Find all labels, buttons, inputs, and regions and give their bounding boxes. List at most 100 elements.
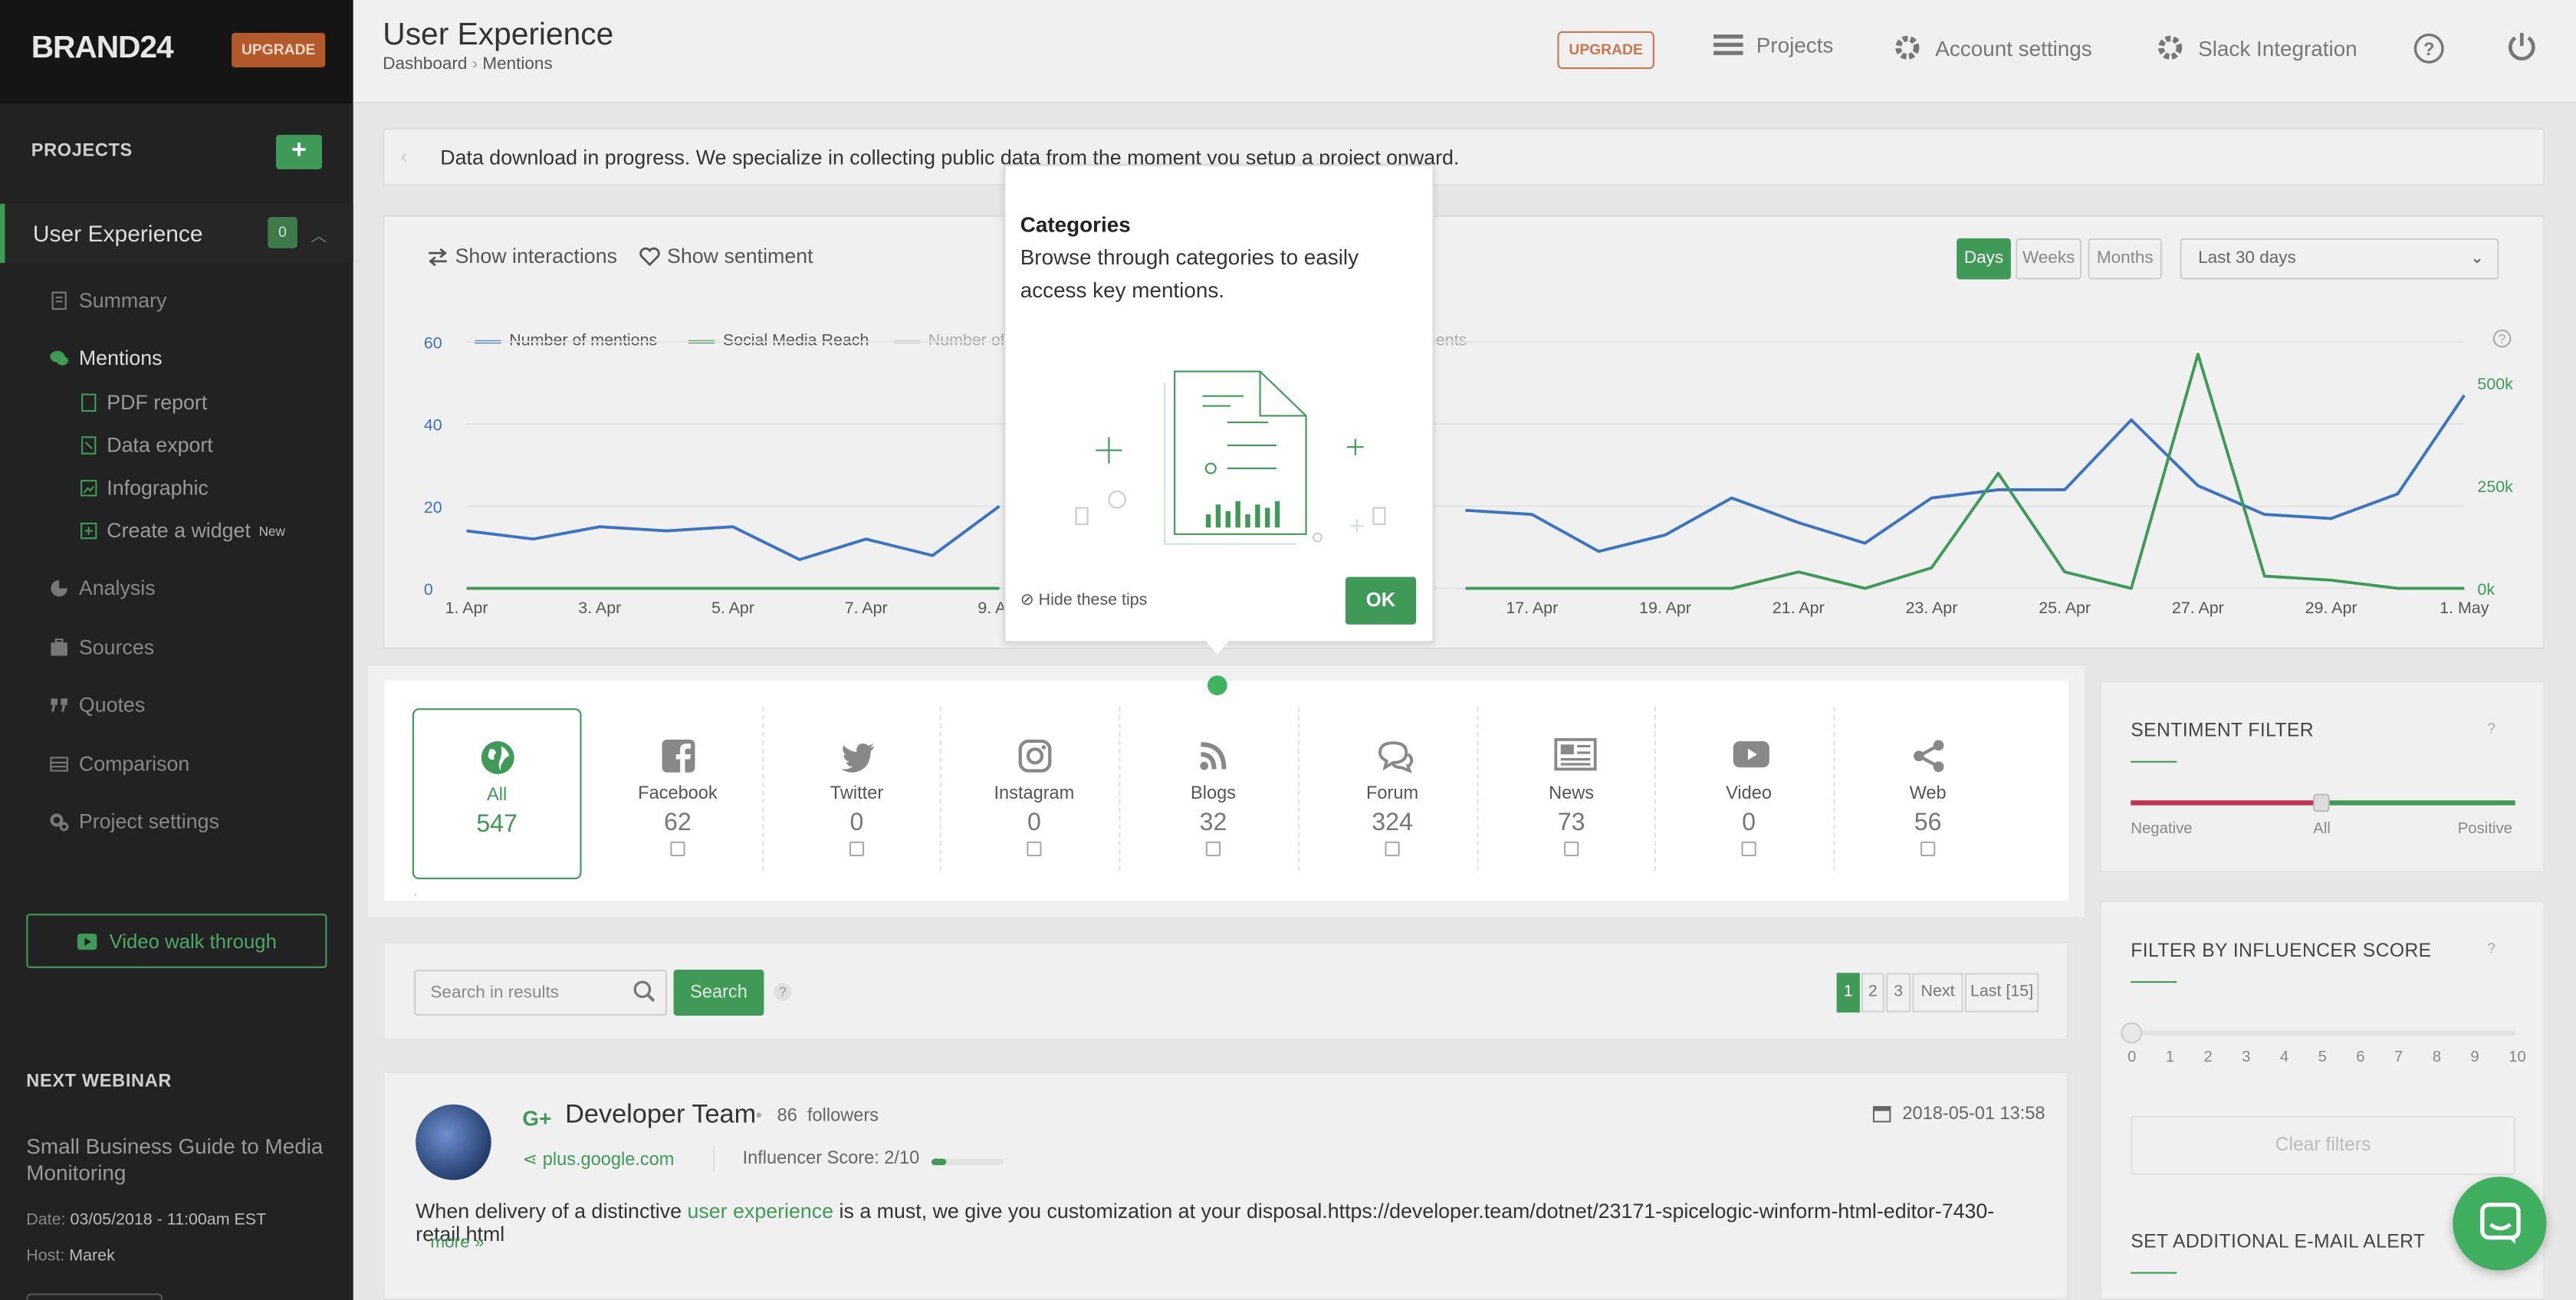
chat-icon (2480, 1202, 2521, 1245)
chat-widget-button[interactable] (2453, 1177, 2547, 1271)
sentiment-help-icon[interactable]: ? (2487, 720, 2496, 736)
influencer-scale-label: 9 (2470, 1048, 2479, 1067)
y-left-tick: 40 (424, 416, 442, 435)
page-last[interactable]: Last [15] (1964, 973, 2039, 1013)
category-forum[interactable]: Forum 324 (1308, 708, 1477, 879)
sentiment-negative-track[interactable] (2131, 800, 2321, 806)
tour-beacon[interactable] (1208, 675, 1227, 695)
subnav-label: Data export (107, 434, 213, 458)
nav-summary[interactable]: Summary (49, 289, 166, 312)
category-checkbox[interactable] (1563, 841, 1579, 857)
project-item-user-experience[interactable]: User Experience 0 ︿ (0, 203, 353, 264)
header-account-settings-link[interactable]: Account settings (1893, 33, 2092, 63)
chevron-up-icon[interactable]: ︿ (310, 222, 327, 247)
category-checkbox[interactable] (1205, 841, 1221, 857)
svg-text:?: ? (2423, 39, 2434, 59)
page-3[interactable]: 3 (1886, 973, 1911, 1013)
mentions-chart: 0 20 40 60 0k 250k 500k 1. Apr 3. Apr 5. Apr 7. Ap… (424, 334, 2513, 617)
page-next[interactable]: Next (1912, 973, 1963, 1013)
category-checkbox[interactable] (1027, 841, 1042, 857)
facebook-icon (659, 738, 695, 774)
subnav-create-widget[interactable]: Create a widget New (79, 520, 285, 543)
sentiment-positive-track[interactable] (2321, 800, 2515, 806)
nav-quotes[interactable]: Quotes (49, 694, 145, 717)
search-icon[interactable] (632, 980, 656, 1003)
x-tick-label: 3. Apr (578, 599, 621, 617)
search-button[interactable]: Search (673, 970, 764, 1016)
webinar-heading: NEXT WEBINAR (26, 1071, 172, 1092)
search-input[interactable]: Search in results (414, 970, 667, 1016)
mention-source-link[interactable]: ⋖ plus.google.com (522, 1149, 674, 1170)
google-plus-icon: G+ (522, 1105, 552, 1131)
chevron-left-icon[interactable]: ‹ (401, 145, 408, 168)
subnav-data-export[interactable]: Data export (79, 434, 213, 457)
category-label: Forum (1366, 783, 1419, 804)
category-count: 62 (664, 808, 692, 837)
y-right-tick: 500k (2477, 375, 2513, 393)
nav-mentions[interactable]: Mentions (49, 346, 163, 369)
category-news[interactable]: News 73 (1487, 708, 1656, 879)
category-label: Twitter (830, 783, 884, 804)
page-2[interactable]: 2 (1861, 973, 1884, 1013)
nav-sources[interactable]: Sources (49, 636, 154, 659)
category-video[interactable]: Video 0 (1664, 708, 1834, 879)
influencer-help-icon[interactable]: ? (2487, 940, 2496, 956)
page-1[interactable]: 1 (1836, 973, 1860, 1013)
add-project-button[interactable]: + (276, 134, 322, 169)
search-help-icon[interactable]: ? (774, 983, 792, 1001)
header-slack-link[interactable]: Slack Integration (2155, 33, 2358, 63)
help-icon[interactable]: ? (2413, 33, 2445, 64)
subnav-pdf-report[interactable]: PDF report (79, 391, 207, 414)
nav-analysis[interactable]: Analysis (49, 577, 156, 600)
category-web[interactable]: Web 56 (1843, 708, 2013, 879)
category-checkbox[interactable] (1741, 841, 1756, 857)
popup-ok-button[interactable]: OK (1346, 576, 1417, 625)
twitter-icon (839, 738, 875, 774)
series-line-number-of-mentions[interactable] (466, 394, 2466, 562)
influencer-slider-handle[interactable] (2121, 1022, 2143, 1044)
avatar[interactable] (416, 1104, 491, 1180)
subnav-label: Create a widget (107, 519, 251, 543)
webinar-title[interactable]: Small Business Guide to Media Monitoring (26, 1134, 338, 1187)
share-icon (1910, 738, 1946, 774)
nav-project-settings[interactable]: Project settings (49, 810, 219, 833)
category-divider (1833, 706, 1835, 872)
hide-tips-link[interactable]: ⊘ Hide these tips (1020, 592, 1148, 610)
mention-author[interactable]: Developer Team (565, 1101, 756, 1131)
category-checkbox[interactable] (849, 841, 865, 857)
category-checkbox[interactable] (1921, 841, 1936, 857)
sidebar-upgrade-button[interactable]: UPGRADE (232, 32, 326, 67)
share-icon: ⋖ (522, 1150, 538, 1170)
document-illustration-icon (1075, 370, 1386, 545)
nav-label: Comparison (78, 753, 190, 776)
video-walkthrough-button[interactable]: Video walk through (26, 914, 327, 968)
webinar-register-button[interactable] (26, 1293, 163, 1300)
category-twitter[interactable]: Twitter 0 (772, 708, 941, 879)
nav-comparison[interactable]: Comparison (49, 753, 189, 776)
influencer-scale-label: 3 (2242, 1048, 2251, 1067)
nav-label: Sources (78, 635, 155, 659)
influencer-scale-label: 5 (2318, 1048, 2327, 1067)
header-projects-link[interactable]: Projects (1714, 33, 1833, 57)
category-instagram[interactable]: Instagram 0 (950, 708, 1119, 879)
y-left-tick: 0 (424, 580, 433, 599)
category-all[interactable]: All 547 (412, 708, 582, 880)
tour-popup: Categories Browse through categories to … (1004, 164, 1434, 643)
series-line-social-media-reach[interactable] (466, 353, 2465, 590)
power-icon[interactable] (2505, 30, 2538, 63)
header-upgrade-button[interactable]: UPGRADE (1557, 31, 1654, 70)
breadcrumb-dashboard[interactable]: Dashboard (383, 54, 467, 74)
category-checkbox[interactable] (1385, 841, 1400, 857)
brand-logo[interactable]: BRAND24 (31, 31, 174, 67)
clear-filters-button[interactable]: Clear filters (2131, 1115, 2515, 1176)
category-facebook[interactable]: Facebook 62 (593, 708, 763, 879)
category-checkbox[interactable] (670, 841, 685, 857)
sentiment-slider-handle[interactable] (2313, 793, 2330, 812)
subnav-infographic[interactable]: Infographic (79, 477, 209, 500)
influencer-slider-track[interactable] (2131, 1030, 2515, 1036)
category-count: 73 (1557, 808, 1585, 837)
category-divider (939, 706, 941, 872)
category-blogs[interactable]: Blogs 32 (1129, 708, 1298, 879)
more-link[interactable]: more » (430, 1233, 484, 1252)
influencer-scale-label: 2 (2203, 1048, 2213, 1067)
